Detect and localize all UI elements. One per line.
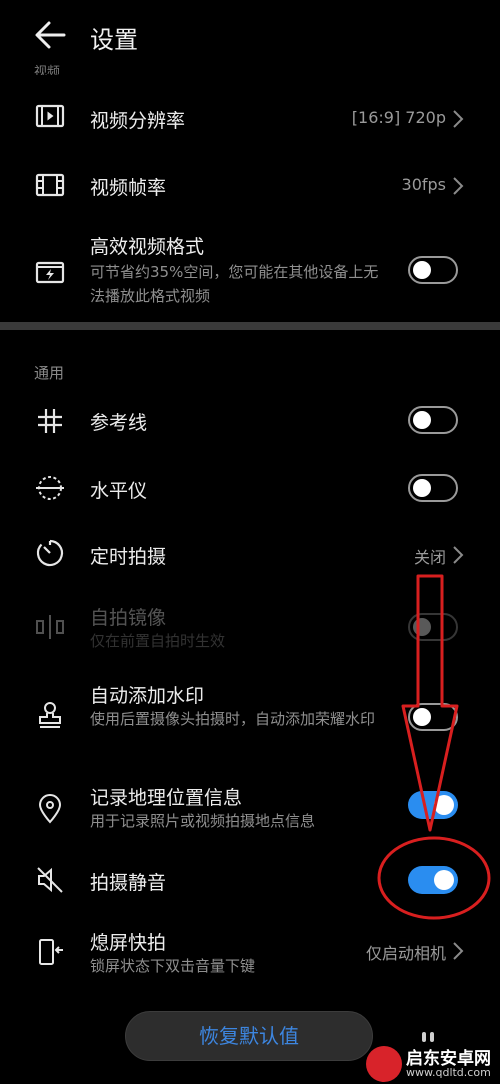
- video-framerate-icon: [34, 169, 66, 201]
- location-description: 用于记录照片或视频拍摄地点信息: [90, 812, 316, 830]
- setting-watermark[interactable]: 自动添加水印 使用后置摄像头拍摄时，自动添加荣耀水印: [0, 681, 500, 757]
- hevc-label: 高效视频格式: [90, 236, 205, 258]
- location-toggle[interactable]: [408, 791, 458, 819]
- setting-quick-snap[interactable]: 熄屏快拍 锁屏状态下双击音量下键 仅启动相机: [0, 928, 500, 984]
- chevron-right-icon: [452, 109, 464, 129]
- quick-snap-value: 仅启动相机: [365, 944, 446, 963]
- setting-timer[interactable]: 定时拍摄 关闭: [0, 531, 500, 577]
- mirror-label: 自拍镜像: [90, 607, 167, 629]
- hevc-description: 可节省约35%空间，您可能在其他设备上无法播放此格式视频: [90, 263, 379, 305]
- setting-location[interactable]: 记录地理位置信息 用于记录照片或视频拍摄地点信息: [0, 783, 500, 839]
- location-label: 记录地理位置信息: [90, 787, 243, 809]
- mute-speaker-icon: [34, 864, 66, 896]
- video-resolution-icon: [34, 100, 66, 132]
- chevron-right-icon: [452, 545, 464, 565]
- back-arrow-icon[interactable]: [34, 18, 68, 52]
- video-framerate-label: 视频帧率: [90, 177, 167, 199]
- watermark-url: www.qdltd.com: [406, 1066, 491, 1079]
- quick-snap-icon: [34, 936, 66, 968]
- video-resolution-value: [16:9] 720p: [351, 108, 446, 127]
- level-toggle[interactable]: [408, 474, 458, 502]
- grid-label: 参考线: [90, 412, 148, 434]
- quick-snap-description: 锁屏状态下双击音量下键: [90, 957, 256, 975]
- setting-grid[interactable]: 参考线: [0, 398, 500, 444]
- quick-snap-label: 熄屏快拍: [90, 932, 167, 954]
- setting-mirror: 自拍镜像 仅在前置自拍时生效: [0, 601, 500, 661]
- section-title-video: 视频: [34, 65, 61, 75]
- setting-mute[interactable]: 拍摄静音: [0, 858, 500, 904]
- mirror-toggle: [408, 613, 458, 641]
- mute-toggle[interactable]: [408, 866, 458, 894]
- mute-label: 拍摄静音: [90, 872, 167, 894]
- app-header: 设置 视频: [0, 0, 500, 75]
- hevc-film-icon: [34, 256, 66, 288]
- video-resolution-label: 视频分辨率: [90, 110, 186, 132]
- setting-video-resolution[interactable]: 视频分辨率 [16:9] 720p: [0, 96, 500, 142]
- timer-label: 定时拍摄: [90, 546, 167, 568]
- mirror-icon: [34, 611, 66, 643]
- timer-value: 关闭: [413, 548, 446, 567]
- chevron-right-icon: [452, 941, 464, 961]
- page-title: 设置: [90, 26, 138, 54]
- watermark-description: 使用后置摄像头拍摄时，自动添加荣耀水印: [90, 710, 376, 728]
- setting-level[interactable]: 水平仪: [0, 466, 500, 512]
- watermark-toggle[interactable]: [408, 703, 458, 731]
- grid-toggle[interactable]: [408, 406, 458, 434]
- location-pin-icon: [34, 793, 66, 825]
- watermark-logo-icon: [366, 1046, 402, 1082]
- section-divider: [0, 322, 500, 330]
- grid-icon: [34, 405, 66, 437]
- source-watermark: 启东安卓网 www.qdltd.com: [366, 1040, 500, 1084]
- setting-hevc[interactable]: 高效视频格式 可节省约35%空间，您可能在其他设备上无法播放此格式视频: [0, 230, 500, 314]
- watermark-label: 自动添加水印: [90, 685, 205, 707]
- mirror-description: 仅在前置自拍时生效: [90, 632, 226, 650]
- section-title-general: 通用: [34, 364, 65, 382]
- timer-icon: [34, 537, 66, 569]
- level-icon: [34, 472, 66, 504]
- video-framerate-value: 30fps: [401, 175, 446, 194]
- restore-defaults-button[interactable]: 恢复默认值: [125, 1011, 373, 1061]
- hevc-toggle[interactable]: [408, 256, 458, 284]
- chevron-right-icon: [452, 176, 464, 196]
- setting-video-framerate[interactable]: 视频帧率 30fps: [0, 163, 500, 209]
- stamp-icon: [34, 699, 66, 731]
- level-label: 水平仪: [90, 480, 148, 502]
